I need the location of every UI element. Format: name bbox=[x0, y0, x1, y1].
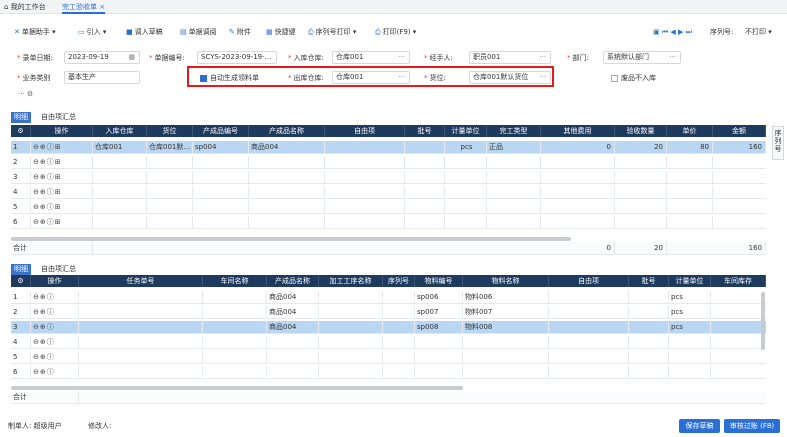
handler-label: * 经手人: bbox=[424, 54, 453, 62]
save-draft-button[interactable]: 保存草稿 bbox=[679, 419, 720, 433]
doc-no-field[interactable]: SCYS-2023-09-19-... bbox=[197, 51, 277, 64]
query-icon: ▤ bbox=[180, 28, 187, 36]
table-row[interactable]: 1 ⊖⊕ⓘ⊞ 仓库001 仓库001默... sp004 商品004 pcs 正品 02… bbox=[11, 141, 766, 154]
modifier-label: 修改人: bbox=[88, 422, 112, 430]
draft-icon: ■ bbox=[126, 28, 133, 36]
grid1-header: ⚙ 操作 入库仓库 货位 产成品编号 产成品名称 自由项 批号 计量单位 完工类… bbox=[11, 125, 766, 137]
attachment-button[interactable]: ✎ 附件 bbox=[229, 26, 251, 38]
table-row[interactable]: 5 ⊖⊕ⓘ⊞ bbox=[11, 201, 766, 214]
gear-icon: ⚙ bbox=[11, 275, 31, 287]
doc-no-label: * 单据编号: bbox=[149, 54, 185, 62]
table-row[interactable]: 1 ⊖⊕ⓘ 商品004 sp006 物料006 pcs bbox=[11, 291, 766, 304]
gear-icon: ⚙ bbox=[26, 90, 34, 98]
table-row[interactable]: 6 ⊖⊕ⓘ bbox=[11, 366, 766, 379]
serial-print-button[interactable]: ⎙ 序列号打印 ▾ bbox=[308, 26, 356, 38]
shortcut-button[interactable]: ▦ 快捷键 bbox=[266, 26, 296, 38]
grid1-scrollbar[interactable] bbox=[11, 237, 571, 241]
next-icon[interactable]: ▶ bbox=[678, 28, 683, 36]
record-nav: ▣ ⏮ ◀ ▶ ⏭ bbox=[653, 26, 692, 38]
doc-query-button[interactable]: ▤ 单据调阅 bbox=[180, 26, 217, 38]
grid2-tab-summary[interactable]: 自由项汇总 bbox=[38, 264, 79, 275]
table-row[interactable]: 2 ⊖⊕ⓘ 商品004 sp007 物料007 pcs bbox=[11, 306, 766, 319]
load-draft-button[interactable]: ■ 调入草稿 bbox=[126, 26, 163, 38]
grid1-total-row: 合计 0 20 160 bbox=[11, 242, 766, 255]
date-label: * 录单日期: bbox=[17, 54, 53, 62]
calendar-icon: ▦ bbox=[128, 53, 135, 61]
side-serial-tab[interactable]: 序列号 bbox=[772, 126, 784, 160]
home-icon: ⌂ bbox=[4, 3, 9, 11]
maker-label: 制单人: 超级用户 bbox=[8, 422, 62, 430]
tab-workbench[interactable]: ⌂ 我的工作台 bbox=[4, 0, 46, 14]
last-icon[interactable]: ⏭ bbox=[686, 28, 692, 36]
dept-field[interactable]: 系统默认部门 ··· bbox=[603, 51, 681, 64]
grid1-tab-detail[interactable]: 明细 bbox=[11, 112, 31, 123]
maker-value: 超级用户 bbox=[33, 422, 62, 430]
table-row[interactable]: 4 ⊖⊕ⓘ bbox=[11, 336, 766, 349]
audit-post-button[interactable]: 审核过账 (F8) bbox=[724, 419, 780, 433]
gear-icon: ⚙ bbox=[11, 125, 31, 137]
grid2-header: ⚙ 操作 任务单号 车间名称 产成品名称 加工工序名称 序列号 物料编号 物料名… bbox=[11, 275, 766, 287]
paperclip-icon: ✎ bbox=[229, 28, 235, 36]
table-row[interactable]: 3 ⊖⊕ⓘ 商品004 sp008 物料008 pcs bbox=[11, 321, 766, 334]
grid2-total-row: 合计 bbox=[11, 391, 766, 404]
checkbox-icon bbox=[611, 74, 618, 82]
grid-icon[interactable]: ▣ bbox=[653, 28, 660, 36]
grid2-scrollbar[interactable] bbox=[11, 386, 463, 390]
printer-icon: ⎙ bbox=[375, 28, 381, 36]
assist-icon: ✕ bbox=[14, 28, 20, 36]
in-warehouse-field[interactable]: 仓库001 ··· bbox=[332, 51, 410, 64]
dept-label: * 部门: bbox=[567, 54, 589, 62]
import-button[interactable]: ▭ 引入 ▾ bbox=[78, 26, 106, 38]
table-row[interactable]: 5 ⊖⊕ⓘ bbox=[11, 351, 766, 364]
biz-type-field[interactable]: 基本生产 bbox=[64, 71, 140, 84]
doc-assist-button[interactable]: ✕ 单据助手 ▾ bbox=[14, 26, 56, 38]
tab-completion-acceptance[interactable]: 完工验收单 × bbox=[62, 0, 106, 14]
table-row[interactable]: 3 ⊖⊕ⓘ⊞ bbox=[11, 171, 766, 184]
handler-field[interactable]: 职员001 ··· bbox=[469, 51, 551, 64]
print-state-select[interactable]: 不打印 ▾ bbox=[745, 26, 772, 38]
grid2-vscrollbar[interactable] bbox=[761, 292, 765, 350]
in-warehouse-label: * 入库仓库: bbox=[288, 54, 324, 62]
import-icon: ▭ bbox=[78, 28, 85, 36]
keyboard-icon: ▦ bbox=[266, 28, 273, 36]
table-row[interactable]: 4 ⊖⊕ⓘ⊞ bbox=[11, 186, 766, 199]
printer-icon: ⎙ bbox=[308, 28, 314, 36]
form-settings[interactable]: ··· ⚙ bbox=[18, 88, 33, 100]
date-field[interactable]: 2023-09-19 ▦ bbox=[64, 51, 140, 64]
print-button[interactable]: ⎙ 打印(F9) ▾ bbox=[375, 26, 416, 38]
first-icon[interactable]: ⏮ bbox=[662, 28, 668, 36]
biz-type-label: * 业务类别 bbox=[17, 74, 51, 82]
grid2-tab-detail[interactable]: 明细 bbox=[11, 264, 31, 275]
prev-icon[interactable]: ◀ bbox=[670, 28, 675, 36]
table-row[interactable]: 2 ⊖⊕ⓘ⊞ bbox=[11, 156, 766, 169]
grid1-tab-summary[interactable]: 自由项汇总 bbox=[38, 112, 79, 123]
serial-no-label: 序列号: bbox=[710, 28, 734, 36]
highlight-box bbox=[187, 66, 554, 87]
table-row[interactable]: 6 ⊖⊕ⓘ⊞ bbox=[11, 216, 766, 229]
top-tab-bar: ⌂ 我的工作台 完工验收单 × bbox=[0, 0, 787, 14]
close-icon[interactable]: × bbox=[99, 3, 105, 11]
scrap-checkbox[interactable]: 废品不入库 bbox=[611, 72, 656, 84]
